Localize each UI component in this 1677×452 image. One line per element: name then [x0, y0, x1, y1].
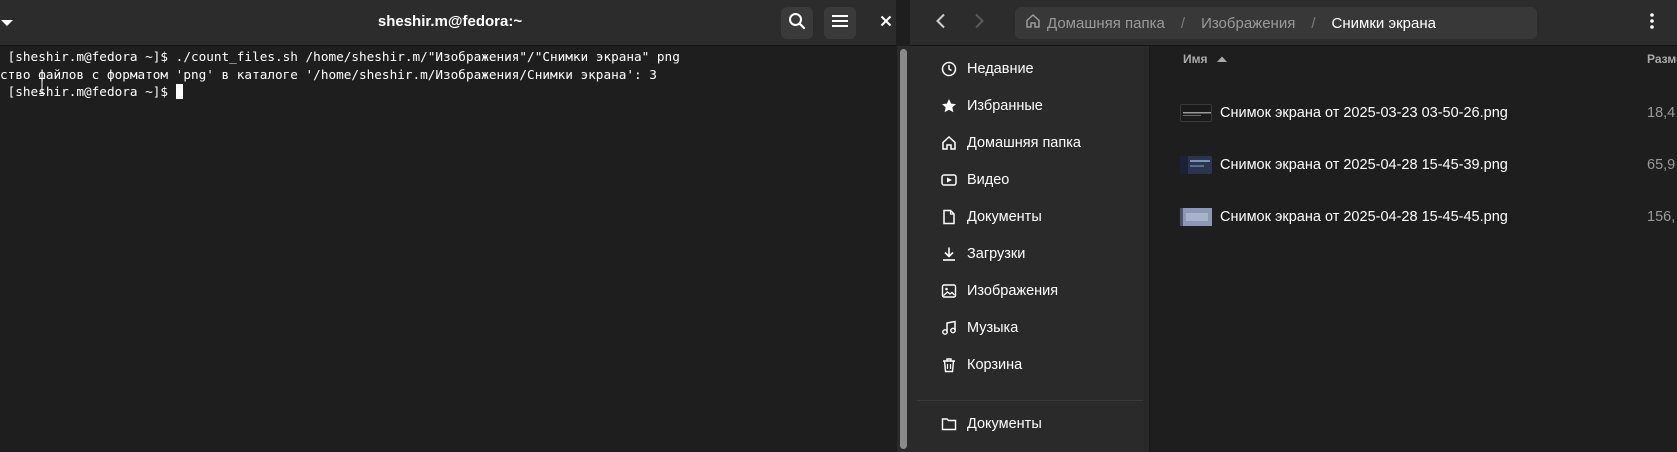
text-cursor — [175, 84, 183, 99]
chevron-down-icon — [0, 18, 14, 28]
tab-menu-button[interactable] — [0, 11, 14, 35]
terminal-line: [sheshir.m@fedora ~]$ ./count_files.sh /… — [0, 49, 680, 64]
file-size: 18,4 — [1647, 105, 1676, 121]
sidebar-item-label: Недавние — [967, 61, 1034, 77]
file-thumbnail — [1180, 104, 1212, 122]
breadcrumb-separator: / — [1311, 14, 1316, 32]
sidebar-item-music[interactable]: Музыка — [917, 310, 1143, 346]
image-icon — [939, 281, 959, 301]
file-thumbnail — [1180, 156, 1212, 174]
file-thumbnail — [1180, 208, 1212, 226]
file-size: 65,9 — [1647, 157, 1676, 173]
file-row[interactable]: Снимок экрана от 2025-04-28 15-45-45.png… — [1180, 199, 1677, 235]
column-header-size[interactable]: Разме — [1647, 52, 1677, 66]
trash-icon — [939, 355, 959, 375]
terminal-prompt: [sheshir.m@fedora ~]$ — [0, 84, 176, 99]
breadcrumb-home[interactable]: Домашняя папка — [1025, 13, 1165, 33]
more-options-button[interactable] — [1636, 7, 1668, 39]
sidebar-item-downloads[interactable]: Загрузки — [917, 236, 1143, 272]
breadcrumb-images[interactable]: Изображения — [1201, 15, 1295, 32]
breadcrumb-current[interactable]: Снимки экрана — [1332, 15, 1436, 32]
music-icon — [939, 318, 959, 338]
kebab-menu-icon — [1650, 12, 1654, 35]
sidebar-item-label: Видео — [967, 172, 1010, 188]
hamburger-menu-icon — [832, 14, 848, 33]
path-bar[interactable]: Домашняя папка / Изображения / Снимки эк… — [1015, 7, 1537, 39]
sidebar-item-documents[interactable]: Документы — [917, 199, 1143, 235]
clock-icon — [939, 59, 959, 79]
sidebar-item-label: Загрузки — [967, 246, 1026, 262]
home-icon — [1025, 13, 1047, 33]
file-row[interactable]: Снимок экрана от 2025-03-23 03-50-26.png… — [1180, 95, 1677, 131]
sidebar-item-label: Корзина — [967, 357, 1023, 373]
back-button[interactable] — [925, 7, 957, 39]
home-icon — [939, 133, 959, 153]
terminal-output[interactable]: [sheshir.m@fedora ~]$ ./count_files.sh /… — [0, 46, 896, 452]
sidebar-item-bookmark-documents[interactable]: Документы — [917, 406, 1143, 442]
sidebar-item-label: Домашняя папка — [967, 135, 1081, 151]
file-manager-header: Домашняя папка / Изображения / Снимки эк… — [910, 0, 1677, 46]
scrollbar-thumb[interactable] — [900, 49, 907, 449]
mouse-ibeam-icon — [39, 78, 45, 94]
sidebar-item-label: Документы — [967, 416, 1042, 432]
chevron-left-icon — [935, 13, 947, 34]
file-size: 156, — [1647, 209, 1676, 225]
sidebar-item-recent[interactable]: Недавние — [917, 51, 1143, 87]
search-button[interactable] — [781, 7, 813, 39]
file-name: Снимок экрана от 2025-04-28 15-45-39.png — [1220, 157, 1508, 173]
document-icon — [939, 207, 959, 227]
terminal-window: sheshir.m@fedora:~ [sheshir.m@fedora ~]$… — [0, 0, 896, 452]
menu-button[interactable] — [824, 7, 856, 39]
terminal-scrollbar[interactable] — [897, 46, 910, 452]
sidebar-item-pictures[interactable]: Изображения — [917, 273, 1143, 309]
video-icon — [939, 170, 959, 190]
forward-button[interactable] — [963, 7, 995, 39]
chevron-right-icon — [973, 13, 985, 34]
close-button[interactable] — [870, 7, 902, 39]
sidebar-item-videos[interactable]: Видео — [917, 162, 1143, 198]
file-name: Снимок экрана от 2025-03-23 03-50-26.png — [1220, 105, 1508, 121]
sidebar-item-starred[interactable]: Избранные — [917, 88, 1143, 124]
terminal-header: sheshir.m@fedora:~ — [0, 0, 896, 46]
sidebar-item-label: Документы — [967, 209, 1042, 225]
search-icon — [788, 12, 806, 35]
file-name: Снимок экрана от 2025-04-28 15-45-45.png — [1220, 209, 1508, 225]
terminal-line: ство файлов с форматом 'png' в каталоге … — [0, 66, 657, 82]
sidebar-divider — [917, 400, 1143, 401]
sidebar-item-label: Изображения — [967, 283, 1059, 299]
sort-ascending-icon — [1208, 52, 1228, 66]
file-row[interactable]: Снимок экрана от 2025-04-28 15-45-39.png… — [1180, 147, 1677, 183]
download-icon — [939, 244, 959, 264]
breadcrumb-separator: / — [1180, 14, 1186, 32]
sidebar-item-trash[interactable]: Корзина — [917, 347, 1143, 383]
sidebar-item-home[interactable]: Домашняя папка — [917, 125, 1143, 161]
star-icon — [939, 96, 959, 116]
close-icon — [880, 14, 892, 32]
sidebar: Недавние Избранные Домашняя папка Видео … — [910, 46, 1150, 452]
sidebar-item-label: Избранные — [967, 98, 1043, 114]
folder-icon — [939, 414, 959, 434]
terminal-prompt-line: [sheshir.m@fedora ~]$ — [0, 83, 896, 101]
sidebar-item-label: Музыка — [967, 320, 1019, 336]
breadcrumb-home-label: Домашняя папка — [1047, 14, 1165, 32]
terminal-title: sheshir.m@fedora:~ — [377, 13, 523, 30]
column-header-name[interactable]: Имя — [1183, 52, 1228, 66]
